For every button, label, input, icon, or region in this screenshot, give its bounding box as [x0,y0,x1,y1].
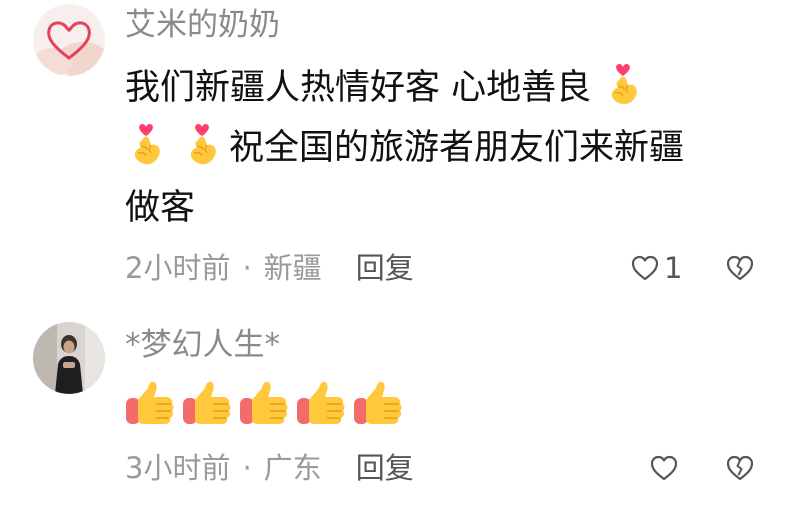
comment-location: 新疆 [263,251,322,285]
broken-heart-icon[interactable] [725,453,755,483]
comment-text-line: 我们新疆人热情好客 心地善良 [125,58,765,118]
meta-separator: · [242,451,252,485]
avatar[interactable] [33,322,105,394]
comment-meta: 2小时前 · 新疆 回复 1 [125,248,765,288]
emoji-reaction-row [122,376,407,436]
meta-separator: · [242,251,252,285]
thumbs-up-emoji-icon [293,376,349,432]
comment-text: 我们新疆人热情好客 心地善良 祝全国的旅游者朋友们来新疆 做客 [125,58,765,238]
comment-item: *梦幻人生* 3小时前 · 广东 回复 [0,300,800,509]
username[interactable]: *梦幻人生* [125,330,280,361]
comment-item: 艾米的奶奶 我们新疆人热情好客 心地善良 祝全国的旅游者朋友们来新疆 做客 2小… [0,0,800,300]
like-count: 1 [664,251,683,285]
comment-location: 广东 [263,451,322,485]
finger-heart-emoji-icon [602,63,644,107]
username[interactable]: 艾米的奶奶 [125,10,280,41]
like-button[interactable] [649,448,679,488]
comment-text-line: 祝全国的旅游者朋友们来新疆 [125,118,765,178]
comment-time: 3小时前 [125,451,231,485]
reply-button[interactable]: 回复 [356,248,414,288]
thumbs-up-emoji-icon [179,376,235,432]
thumbs-up-emoji-icon [236,376,292,432]
reply-button[interactable]: 回复 [356,448,414,488]
like-button[interactable]: 1 [630,248,682,288]
heart-outline-icon [650,455,678,481]
thumbs-up-emoji-icon [122,376,178,432]
broken-heart-icon[interactable] [725,253,755,283]
heart-outline-icon [631,255,659,281]
comment-text-segment: 我们新疆人热情好客 心地善良 [125,68,592,108]
comment-text-line: 做客 [125,188,196,228]
comment-time: 2小时前 [125,251,231,285]
finger-heart-emoji-icon [181,123,223,167]
heart-hands-avatar-icon [33,4,105,76]
avatar[interactable] [33,4,105,76]
comment-meta: 3小时前 · 广东 回复 [125,448,765,488]
finger-heart-emoji-icon [125,123,167,167]
comment-text-segment: 祝全国的旅游者朋友们来新疆 [229,128,685,168]
person-photo-avatar-icon [33,322,105,394]
thumbs-up-emoji-icon [350,376,406,432]
